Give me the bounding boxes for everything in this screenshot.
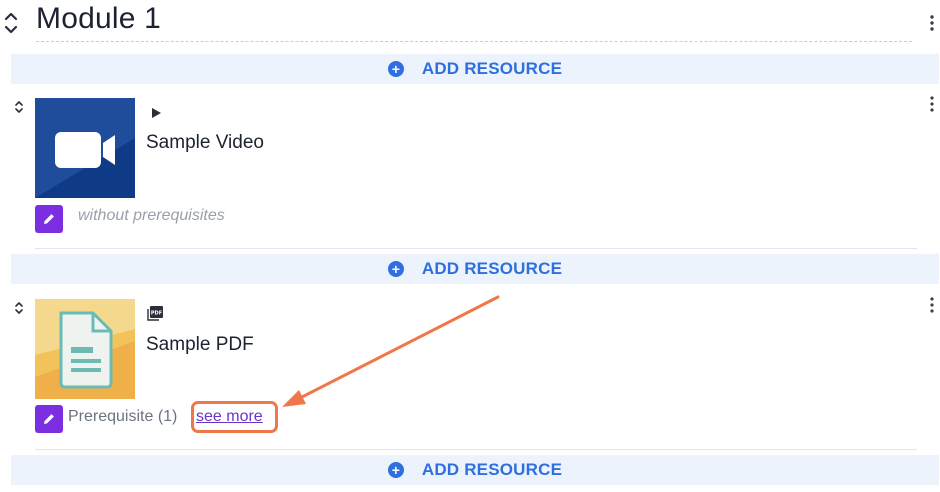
pdf-thumbnail[interactable] bbox=[35, 299, 135, 399]
plus-circle-icon: + bbox=[387, 261, 404, 277]
pencil-icon bbox=[44, 414, 54, 424]
add-resource-label: ADD RESOURCE bbox=[421, 460, 563, 479]
document-icon bbox=[35, 299, 135, 399]
add-resource-button[interactable]: + ADD RESOURCE bbox=[11, 254, 939, 284]
module-title-divider bbox=[36, 41, 912, 42]
resource-menu-icon[interactable] bbox=[928, 95, 936, 113]
plus-circle-icon: + bbox=[387, 61, 404, 77]
video-camera-icon bbox=[35, 98, 135, 198]
module-menu-icon[interactable] bbox=[928, 14, 936, 32]
video-thumbnail[interactable] bbox=[35, 98, 135, 198]
resource-title[interactable]: Sample PDF bbox=[146, 334, 254, 356]
row-divider bbox=[35, 248, 917, 249]
svg-text:PDF: PDF bbox=[151, 310, 162, 316]
see-more-link[interactable]: see more bbox=[196, 408, 263, 426]
resource-title[interactable]: Sample Video bbox=[146, 132, 264, 154]
pdf-icon: PDF bbox=[147, 306, 163, 321]
resource-reorder-icon[interactable] bbox=[14, 300, 24, 316]
add-resource-button[interactable]: + ADD RESOURCE bbox=[11, 455, 939, 485]
edit-prerequisites-button[interactable] bbox=[35, 405, 63, 433]
add-resource-label: ADD RESOURCE bbox=[421, 59, 563, 78]
add-resource-button[interactable]: + ADD RESOURCE bbox=[11, 54, 939, 84]
plus-circle-icon: + bbox=[387, 462, 404, 478]
module-reorder-icon[interactable] bbox=[3, 10, 19, 36]
edit-prerequisites-button[interactable] bbox=[35, 205, 63, 233]
prerequisite-count: Prerequisite (1) bbox=[68, 408, 178, 425]
row-divider bbox=[35, 449, 917, 450]
resource-reorder-icon[interactable] bbox=[14, 99, 24, 115]
module-title: Module 1 bbox=[36, 2, 162, 35]
add-resource-label: ADD RESOURCE bbox=[421, 259, 563, 278]
prerequisite-status: without prerequisites bbox=[78, 207, 225, 224]
resource-menu-icon[interactable] bbox=[928, 296, 936, 314]
play-icon bbox=[152, 108, 161, 118]
pencil-icon bbox=[44, 214, 54, 224]
